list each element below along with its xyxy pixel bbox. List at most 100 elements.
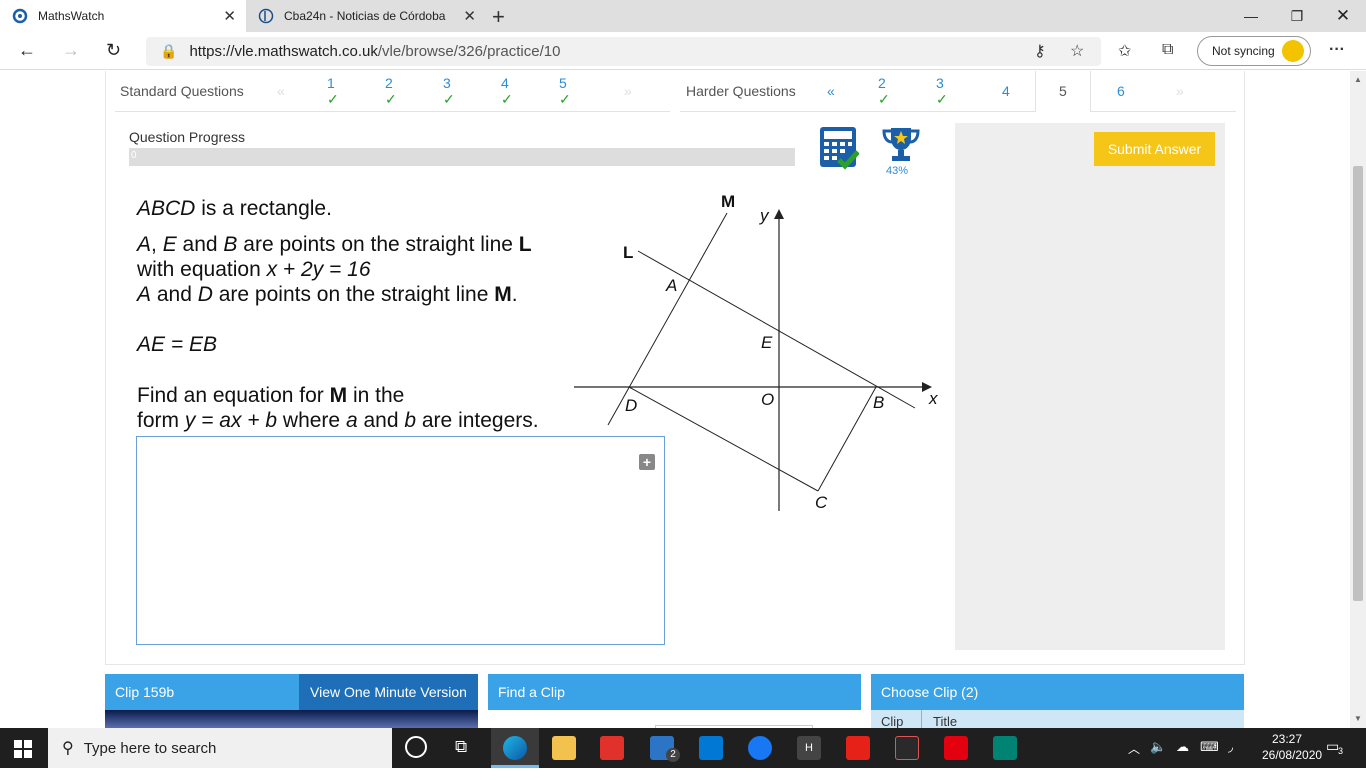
- santander-icon[interactable]: [944, 736, 968, 760]
- windows-start-icon[interactable]: [14, 740, 32, 758]
- gift-icon[interactable]: [600, 736, 624, 760]
- mathswatch-favicon-icon: [12, 8, 28, 24]
- volume-icon[interactable]: 🔈: [1150, 739, 1166, 779]
- url-path: /vle/browse/326/practice/10: [377, 43, 561, 60]
- url-field[interactable]: 🔒 https://vle.mathswatch.co.uk/vle/brows…: [146, 37, 1101, 66]
- video-thumbnail[interactable]: [105, 710, 478, 728]
- cortana-icon[interactable]: [405, 736, 427, 758]
- answer-side-panel: [955, 123, 1225, 650]
- url-host: https://vle.mathswatch.co.uk: [189, 43, 378, 60]
- find-clip-header: Find a Clip: [488, 674, 861, 710]
- harder-q-4[interactable]: 4: [1002, 83, 1010, 99]
- standard-q-5[interactable]: 5 ✓: [559, 75, 571, 108]
- label-x: x: [928, 389, 938, 408]
- question-line-5: AE = EB: [137, 333, 217, 356]
- notifications-icon[interactable]: ▭ 3: [1326, 738, 1343, 778]
- forward-icon[interactable]: →: [62, 40, 80, 61]
- standard-next[interactable]: »: [624, 83, 632, 99]
- windows-taskbar: ⚲ Type here to search ⧉ 2 H ︿ 🔈 ☁ ⌨ ◞ 23…: [0, 728, 1366, 768]
- col-clip: Clip: [881, 714, 904, 728]
- task-view-icon[interactable]: ⧉: [455, 737, 467, 757]
- label-B: B: [873, 393, 884, 412]
- mail-icon[interactable]: 2: [650, 736, 680, 762]
- harder-q-6[interactable]: 6: [1117, 83, 1125, 99]
- window-close-icon[interactable]: ✕: [1320, 0, 1366, 32]
- standard-q-3[interactable]: 3 ✓: [443, 75, 455, 108]
- favorites-icon[interactable]: ✩: [1118, 41, 1131, 61]
- bing-icon[interactable]: [993, 736, 1017, 760]
- minimize-icon[interactable]: —: [1228, 0, 1274, 32]
- store-icon[interactable]: [699, 736, 723, 760]
- tab-mathswatch[interactable]: MathsWatch ✕: [0, 0, 246, 32]
- line-L: [637, 250, 916, 409]
- browser-titlebar: MathsWatch ✕ Cba24n - Noticias de Córdob…: [0, 0, 1366, 32]
- label-L: L: [623, 243, 633, 262]
- scroll-up-icon[interactable]: ▲: [1354, 75, 1362, 84]
- scroll-down-icon[interactable]: ▼: [1354, 714, 1362, 723]
- answer-input[interactable]: +: [136, 436, 665, 645]
- standard-q-4[interactable]: 4 ✓: [501, 75, 513, 108]
- label-M: M: [721, 192, 735, 211]
- question-line-3: with equation x + 2y = 16: [137, 258, 371, 281]
- y-axis-arrow: [774, 209, 784, 219]
- standard-q-1[interactable]: 1 ✓: [327, 75, 339, 108]
- youtube-icon[interactable]: [846, 736, 870, 760]
- back-icon[interactable]: ←: [18, 40, 36, 61]
- address-bar: ← → ↻ 🔒 https://vle.mathswatch.co.uk/vle…: [0, 32, 1366, 70]
- standard-prev[interactable]: «: [277, 83, 285, 99]
- clip-label: Clip 159b: [115, 684, 175, 700]
- harder-q-3[interactable]: 3 ✓: [936, 75, 948, 108]
- col-title: Title: [933, 714, 958, 728]
- harder-q-2[interactable]: 2 ✓: [878, 75, 890, 108]
- taskbar-search-input[interactable]: ⚲ Type here to search: [48, 728, 392, 768]
- collections-icon[interactable]: ⧉: [1162, 41, 1173, 59]
- close-tab-icon[interactable]: ✕: [463, 7, 476, 25]
- c3-app-icon[interactable]: [895, 736, 919, 760]
- calculator-icon: [820, 127, 859, 170]
- scroll-thumb[interactable]: [1353, 166, 1363, 601]
- harder-prev[interactable]: «: [827, 83, 835, 99]
- progress-bar: 0: [129, 148, 795, 166]
- profile-avatar-icon: [1282, 40, 1304, 62]
- clip-header: Clip 159b: [105, 674, 299, 710]
- wifi-icon[interactable]: ◞: [1228, 739, 1233, 779]
- standard-q-2[interactable]: 2 ✓: [385, 75, 397, 108]
- add-icon[interactable]: +: [639, 454, 655, 470]
- label-A: A: [665, 276, 677, 295]
- key-icon[interactable]: ⚷: [1034, 41, 1046, 61]
- edge-taskbar-button[interactable]: [491, 728, 539, 768]
- clock[interactable]: 23:27 26/08/2020: [1262, 732, 1322, 772]
- progress-value: 0: [131, 150, 137, 161]
- tray-chevron-icon[interactable]: ︿: [1128, 740, 1140, 780]
- refresh-icon[interactable]: ↻: [106, 40, 121, 61]
- tab-cba24n[interactable]: Cba24n - Noticias de Córdoba ✕: [246, 0, 486, 32]
- trophy-icon: [882, 128, 920, 161]
- h-app-icon[interactable]: H: [797, 736, 821, 760]
- label-E: E: [761, 333, 773, 352]
- more-menu-icon[interactable]: ···: [1329, 41, 1345, 59]
- submit-answer-button[interactable]: Submit Answer: [1094, 132, 1215, 166]
- search-placeholder: Type here to search: [83, 739, 217, 757]
- harder-questions-label: Harder Questions: [686, 83, 796, 99]
- clock-time: 23:27: [1271, 732, 1303, 746]
- facebook-icon[interactable]: [748, 736, 772, 760]
- restore-icon[interactable]: ❐: [1274, 0, 1320, 32]
- harder-next[interactable]: »: [1176, 83, 1184, 99]
- onedrive-icon[interactable]: ☁: [1176, 739, 1189, 779]
- page-viewport: Standard Questions « 1 ✓ 2 ✓ 3 ✓ 4 ✓ 5 ✓…: [0, 71, 1350, 728]
- page-scrollbar[interactable]: ▲ ▼: [1350, 71, 1366, 728]
- new-tab-icon[interactable]: +: [492, 4, 505, 30]
- label-D: D: [625, 396, 637, 415]
- close-tab-icon[interactable]: ✕: [223, 7, 236, 25]
- sync-button[interactable]: Not syncing: [1197, 36, 1311, 66]
- file-explorer-icon[interactable]: [552, 736, 576, 760]
- search-icon: ⚲: [62, 740, 74, 757]
- one-minute-version-button[interactable]: View One Minute Version: [299, 674, 478, 710]
- edge-icon: [503, 736, 527, 760]
- network-icon[interactable]: ⌨: [1200, 739, 1219, 779]
- favorite-star-icon[interactable]: ☆: [1070, 41, 1084, 61]
- label-y: y: [759, 206, 770, 225]
- tab-label: MathsWatch: [38, 9, 105, 23]
- question-line-6: Find an equation for M in the: [137, 384, 405, 407]
- question-line-7: form y = ax + b where a and b are intege…: [137, 409, 539, 432]
